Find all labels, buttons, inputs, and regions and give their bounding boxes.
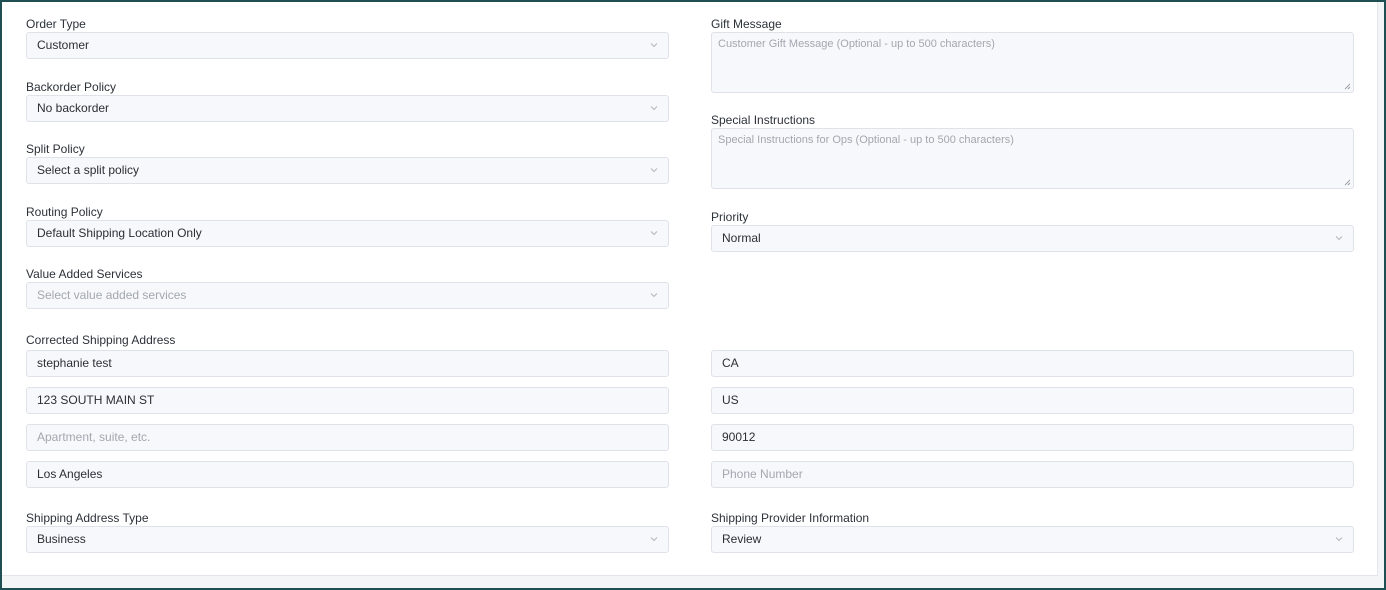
order-type-value: Customer bbox=[37, 38, 90, 52]
address-phone-input[interactable]: Phone Number bbox=[711, 461, 1354, 488]
address-zip-input[interactable]: 90012 bbox=[711, 424, 1354, 451]
chevron-down-icon bbox=[650, 43, 658, 48]
gift-message-label: Gift Message bbox=[711, 17, 782, 31]
routing-policy-value: Default Shipping Location Only bbox=[37, 226, 202, 240]
backorder-policy-select[interactable]: No backorder bbox=[26, 95, 669, 122]
address-zip-value: 90012 bbox=[722, 430, 756, 444]
value-added-services-select[interactable]: Select value added services bbox=[26, 282, 669, 309]
priority-select[interactable]: Normal bbox=[711, 225, 1354, 252]
address-apartment-placeholder: Apartment, suite, etc. bbox=[37, 430, 151, 444]
special-instructions-placeholder: Special Instructions for Ops (Optional -… bbox=[718, 134, 1014, 146]
shipping-address-type-value: Business bbox=[37, 532, 86, 546]
split-policy-label: Split Policy bbox=[26, 142, 85, 156]
resize-grip-icon[interactable] bbox=[1343, 82, 1351, 90]
special-instructions-textarea[interactable]: Special Instructions for Ops (Optional -… bbox=[711, 128, 1354, 189]
resize-grip-icon[interactable] bbox=[1343, 178, 1351, 186]
shipping-provider-label: Shipping Provider Information bbox=[711, 511, 870, 525]
priority-value: Normal bbox=[722, 231, 761, 245]
split-policy-select[interactable]: Select a split policy bbox=[26, 157, 669, 184]
priority-label: Priority bbox=[711, 210, 749, 224]
address-state-input[interactable]: CA bbox=[711, 350, 1354, 377]
backorder-policy-value: No backorder bbox=[37, 101, 110, 115]
address-apartment-input[interactable]: Apartment, suite, etc. bbox=[26, 424, 669, 451]
address-name-input[interactable]: stephanie test bbox=[26, 350, 669, 377]
address-name-value: stephanie test bbox=[37, 356, 112, 370]
order-type-select[interactable]: Customer bbox=[26, 32, 669, 59]
order-form: Order Type Customer Backorder Policy No … bbox=[2, 2, 1378, 576]
chevron-down-icon bbox=[1335, 537, 1343, 542]
shipping-address-type-label: Shipping Address Type bbox=[26, 511, 149, 525]
routing-policy-select[interactable]: Default Shipping Location Only bbox=[26, 220, 669, 247]
address-street-value: 123 SOUTH MAIN ST bbox=[37, 393, 155, 407]
address-street-input[interactable]: 123 SOUTH MAIN ST bbox=[26, 387, 669, 414]
order-type-label: Order Type bbox=[26, 17, 86, 31]
chevron-down-icon bbox=[1335, 236, 1343, 241]
chevron-down-icon bbox=[650, 537, 658, 542]
value-added-services-label: Value Added Services bbox=[26, 267, 143, 281]
chevron-down-icon bbox=[650, 168, 658, 173]
address-phone-placeholder: Phone Number bbox=[722, 467, 803, 481]
window-frame: Order Type Customer Backorder Policy No … bbox=[2, 2, 1384, 588]
corrected-shipping-address-label: Corrected Shipping Address bbox=[26, 333, 176, 347]
chevron-down-icon bbox=[650, 231, 658, 236]
value-added-services-placeholder: Select value added services bbox=[37, 288, 187, 302]
chevron-down-icon bbox=[650, 293, 658, 298]
special-instructions-label: Special Instructions bbox=[711, 113, 816, 127]
address-country-value: US bbox=[722, 393, 739, 407]
gift-message-textarea[interactable]: Customer Gift Message (Optional - up to … bbox=[711, 32, 1354, 93]
backorder-policy-label: Backorder Policy bbox=[26, 80, 117, 94]
shipping-provider-select[interactable]: Review bbox=[711, 526, 1354, 553]
shipping-provider-value: Review bbox=[722, 532, 762, 546]
shipping-address-type-select[interactable]: Business bbox=[26, 526, 669, 553]
routing-policy-label: Routing Policy bbox=[26, 205, 103, 219]
address-city-input[interactable]: Los Angeles bbox=[26, 461, 669, 488]
chevron-down-icon bbox=[650, 106, 658, 111]
address-country-input[interactable]: US bbox=[711, 387, 1354, 414]
split-policy-value: Select a split policy bbox=[37, 163, 140, 177]
gift-message-placeholder: Customer Gift Message (Optional - up to … bbox=[718, 38, 995, 50]
address-city-value: Los Angeles bbox=[37, 467, 103, 481]
address-state-value: CA bbox=[722, 356, 739, 370]
